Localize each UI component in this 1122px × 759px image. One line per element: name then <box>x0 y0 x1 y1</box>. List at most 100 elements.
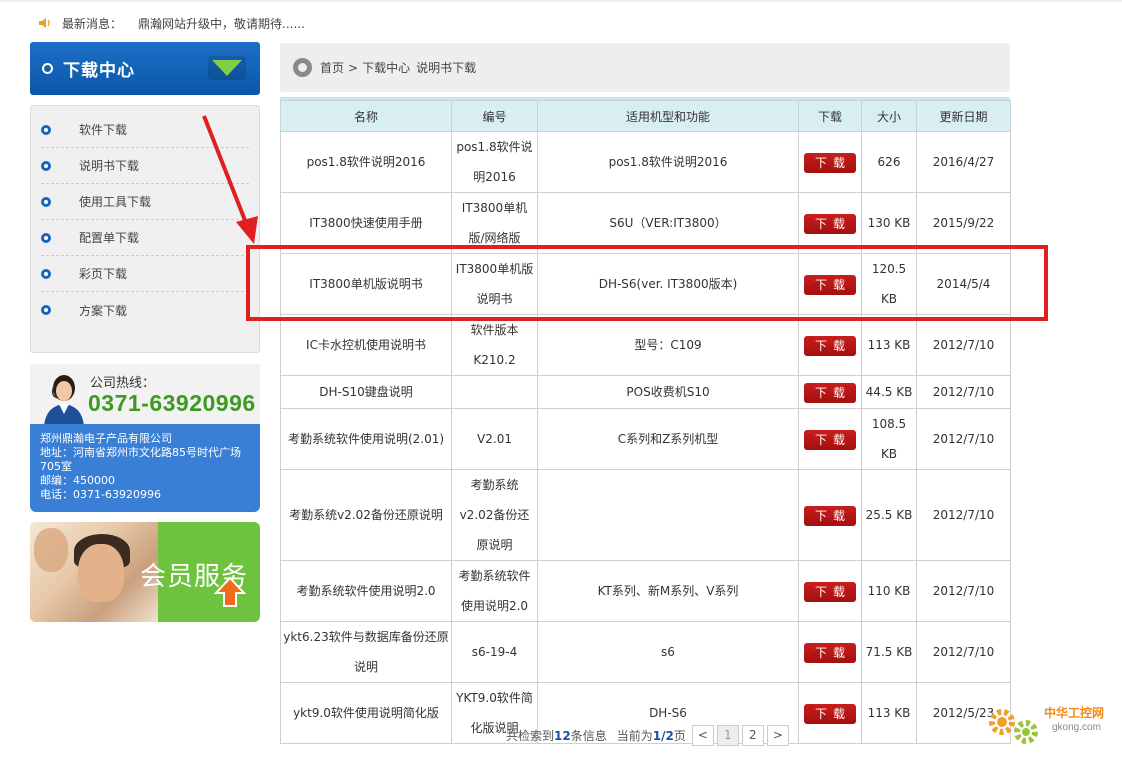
cell-size: 120.5 KB <box>861 253 917 315</box>
sidebar-item-tools[interactable]: 使用工具下载 <box>41 184 249 220</box>
downloads-table: 名称 编号 适用机型和功能 下载 大小 更新日期 pos1.8软件说明2016 … <box>280 100 1011 744</box>
sidebar-title: 下载中心 <box>63 61 135 81</box>
pager-suffix: 条信息 <box>570 729 607 743</box>
cell-size: 44.5 KB <box>861 375 917 409</box>
col-header-name: 名称 <box>280 100 452 132</box>
sidebar-item-label: 软件下载 <box>79 123 128 137</box>
sidebar-item-label: 彩页下载 <box>79 267 128 281</box>
cell-code: pos1.8软件说明2016 <box>451 131 538 193</box>
sidebar-item-config[interactable]: 配置单下载 <box>41 220 249 256</box>
speaker-icon <box>39 18 50 28</box>
sidebar-item-solutions[interactable]: 方案下载 <box>41 292 249 328</box>
sidebar-item-manuals[interactable]: 说明书下载 <box>41 148 249 184</box>
watermark-url: gkong.com <box>1052 722 1101 733</box>
pager-prefix: 共检索到 <box>506 729 555 743</box>
triangle-down-icon <box>212 60 242 76</box>
breadcrumb: 首页 > 下载中心 说明书下载 <box>280 43 1010 92</box>
bullet-icon <box>41 305 51 315</box>
breadcrumb-home[interactable]: 首页 <box>320 59 344 76</box>
company-phone: 电话：0371-63920996 <box>40 488 161 501</box>
download-button[interactable]: 下载 <box>804 213 856 234</box>
sidebar-menu: 软件下载 说明书下载 使用工具下载 配置单下载 彩页下载 方案下载 <box>30 105 260 353</box>
table-row: 考勤系统v2.02备份还原说明 考勤系统v2.02备份还原说明 下载 25.5 … <box>280 469 1011 561</box>
pagination: 共检索到 12 条信息 当前为 1/2 页 < 1 2 > <box>506 725 789 746</box>
breadcrumb-section[interactable]: 下载中心 <box>362 59 410 76</box>
download-button[interactable]: 下载 <box>804 429 856 450</box>
cell-code: 考勤系统v2.02备份还原说明 <box>451 469 538 561</box>
cell-code: IT3800单机版/网络版 <box>451 192 538 254</box>
download-button[interactable]: 下载 <box>804 152 856 173</box>
download-button[interactable]: 下载 <box>804 581 856 602</box>
cell-date: 2012/7/10 <box>916 375 1011 409</box>
hotline-label: 公司热线： <box>90 376 156 391</box>
member-service-banner[interactable]: 会员服务 <box>30 522 260 622</box>
pager-page-1[interactable]: 1 <box>716 725 739 746</box>
sidebar-item-label: 方案下载 <box>79 303 128 318</box>
cell-name: 考勤系统软件使用说明(2.01) <box>280 408 452 470</box>
cell-size: 110 KB <box>861 560 917 622</box>
download-button[interactable]: 下载 <box>804 505 856 526</box>
sidebar-item-label: 说明书下载 <box>79 159 140 173</box>
pager-current-suffix: 页 <box>673 729 686 743</box>
pager-prev-button[interactable]: < <box>691 725 714 746</box>
pager-current: 1/2 <box>652 728 674 743</box>
cell-name: ykt6.23软件与数据库备份还原说明 <box>280 621 452 683</box>
cell-date: 2012/7/10 <box>916 560 1011 622</box>
support-photo <box>30 522 158 622</box>
cell-size: 108.5 KB <box>861 408 917 470</box>
cell-code: 考勤系统软件使用说明2.0 <box>451 560 538 622</box>
table-row-highlighted: IT3800单机版说明书 IT3800单机版说明书 DH-S6(ver. IT3… <box>280 253 1011 315</box>
support-agent-icon <box>44 375 84 426</box>
cell-model: S6U（VER:IT3800） <box>537 192 799 254</box>
download-button[interactable]: 下载 <box>804 382 856 403</box>
cell-size: 130 KB <box>861 192 917 254</box>
cell-model <box>537 469 799 561</box>
download-button[interactable]: 下载 <box>804 642 856 663</box>
company-address: 地址：河南省郑州市文化路85号时代广场705室 <box>40 446 241 473</box>
cell-code: s6-19-4 <box>451 621 538 683</box>
bullet-icon <box>41 196 51 207</box>
hotline-box: 公司热线： 0371-63920996 <box>30 364 260 426</box>
sidebar-item-label: 配置单下载 <box>79 231 140 245</box>
col-header-download: 下载 <box>798 100 862 132</box>
table-header-row: 名称 编号 适用机型和功能 下载 大小 更新日期 <box>280 100 1011 132</box>
col-header-code: 编号 <box>451 100 538 132</box>
cell-model: DH-S6(ver. IT3800版本) <box>537 253 799 315</box>
cell-size: 25.5 KB <box>861 469 917 561</box>
col-header-model: 适用机型和功能 <box>537 100 799 132</box>
table-row: ykt6.23软件与数据库备份还原说明 s6-19-4 s6 下载 71.5 K… <box>280 621 1011 683</box>
cell-size: 71.5 KB <box>861 621 917 683</box>
bullet-icon <box>41 268 51 279</box>
news-label: 最新消息： <box>62 16 123 31</box>
download-button[interactable]: 下载 <box>804 274 856 295</box>
table-row: pos1.8软件说明2016 pos1.8软件说明2016 pos1.8软件说明… <box>280 131 1011 193</box>
table-row: IT3800快速使用手册 IT3800单机版/网络版 S6U（VER:IT380… <box>280 192 1011 254</box>
sidebar-item-brochure[interactable]: 彩页下载 <box>41 256 249 292</box>
pager-page-2[interactable]: 2 <box>741 725 764 746</box>
cell-model: s6 <box>537 621 799 683</box>
table-row: 考勤系统软件使用说明2.0 考勤系统软件使用说明2.0 KT系列、新M系列、V系… <box>280 560 1011 622</box>
watermark-title: 中华工控网 <box>1044 706 1105 720</box>
cell-name: IT3800快速使用手册 <box>280 192 452 254</box>
cell-date: 2014/5/4 <box>916 253 1011 315</box>
pager-total: 12 <box>554 728 571 743</box>
cell-name: 考勤系统软件使用说明2.0 <box>280 560 452 622</box>
download-button[interactable]: 下载 <box>804 335 856 356</box>
cell-size: 626 <box>861 131 917 193</box>
pager-current-prefix: 当前为 <box>616 729 653 743</box>
sidebar-item-software[interactable]: 软件下载 <box>41 112 249 148</box>
cell-code: IT3800单机版说明书 <box>451 253 538 315</box>
pager-next-button[interactable]: > <box>766 725 789 746</box>
cell-name: ykt9.0软件使用说明简化版 <box>280 682 452 744</box>
cell-name: DH-S10键盘说明 <box>280 375 452 409</box>
bullet-icon <box>41 232 51 243</box>
cell-date: 2015/9/22 <box>916 192 1011 254</box>
table-row: DH-S10键盘说明 POS收费机S10 下载 44.5 KB 2012/7/1… <box>280 375 1011 409</box>
cell-model: pos1.8软件说明2016 <box>537 131 799 193</box>
table-row: IC卡水控机使用说明书 软件版本K210.2 型号：C109 下载 113 KB… <box>280 314 1011 376</box>
download-button[interactable]: 下载 <box>804 703 856 724</box>
breadcrumb-current[interactable]: 说明书下载 <box>416 59 476 76</box>
cell-code: 软件版本K210.2 <box>451 314 538 376</box>
cell-size: 113 KB <box>861 682 917 744</box>
breadcrumb-separator: > <box>348 60 359 75</box>
